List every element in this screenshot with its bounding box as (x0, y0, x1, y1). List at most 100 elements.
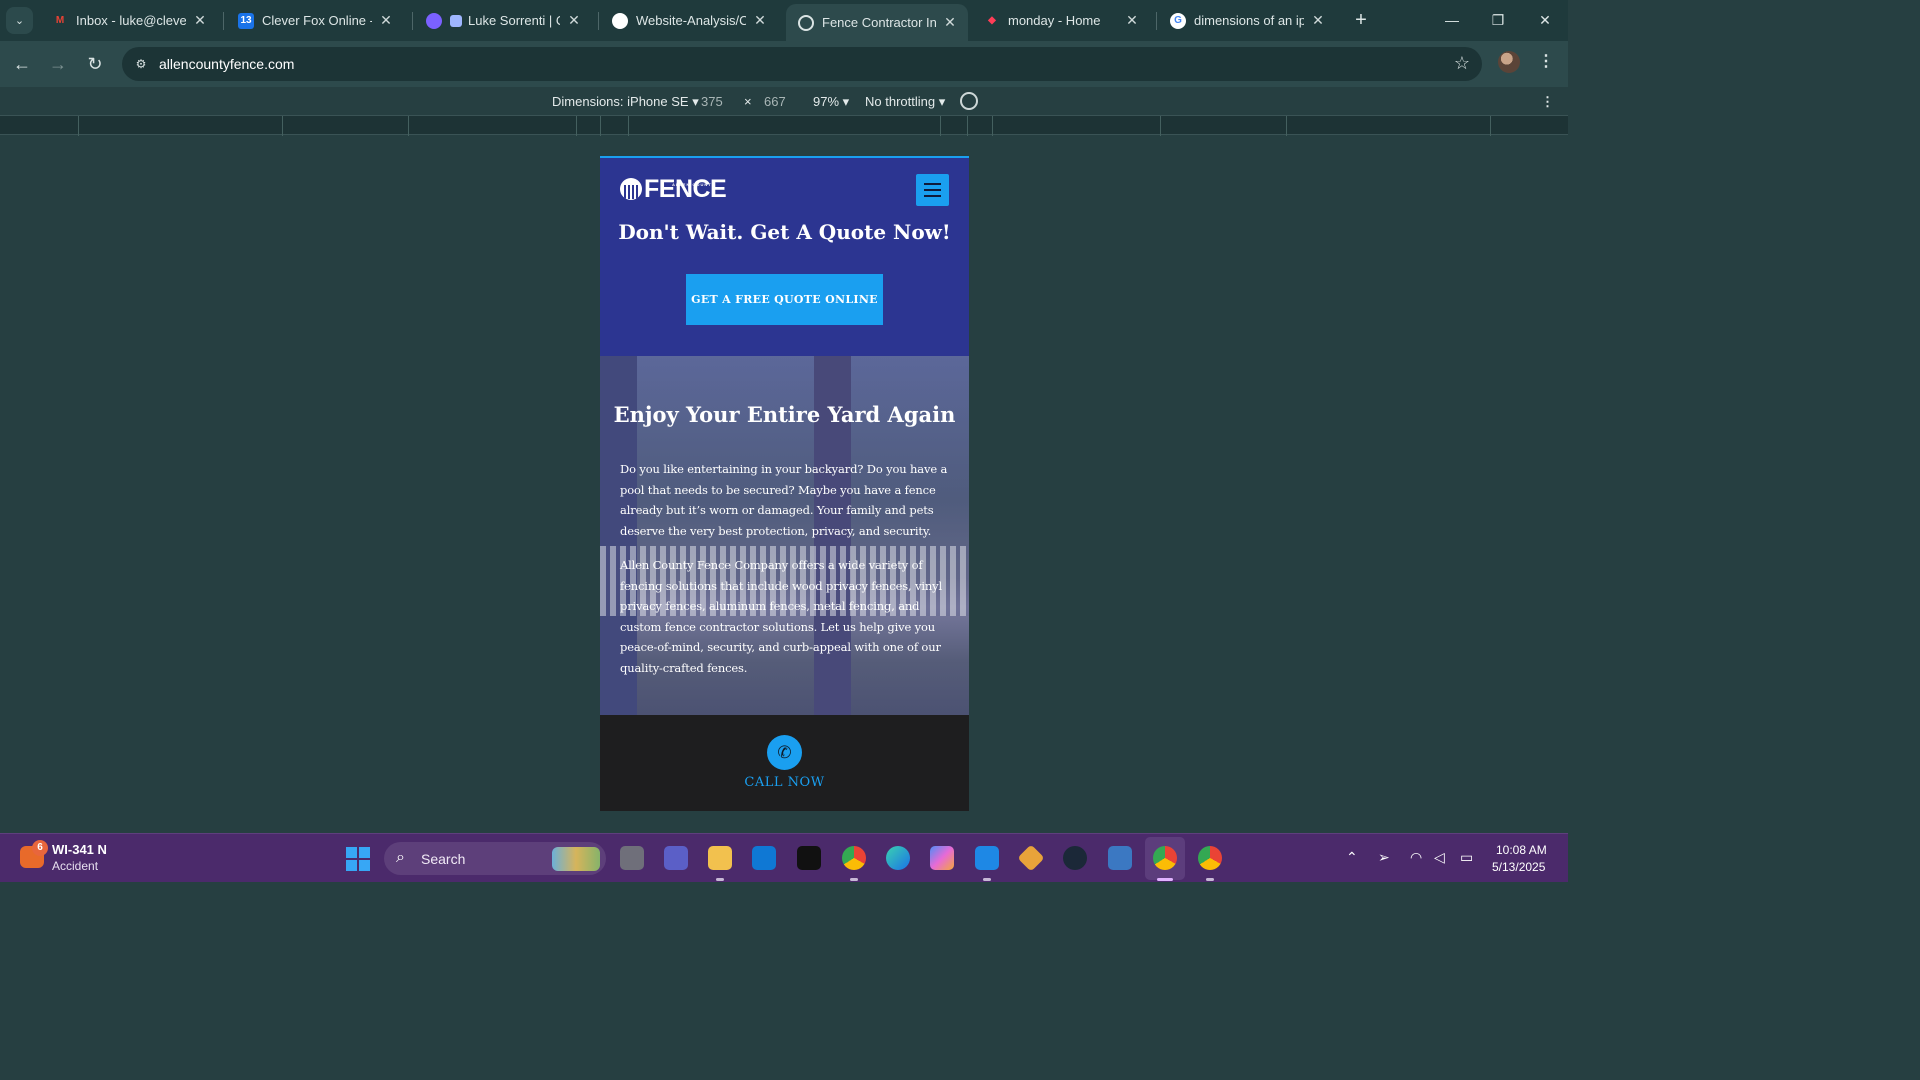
file-explorer-icon[interactable] (708, 846, 732, 870)
windows-start-icon[interactable] (346, 847, 370, 871)
search-icon: ⌕ (396, 849, 405, 866)
tab-search-button[interactable]: ⌄ (6, 7, 33, 34)
profile-icon (426, 12, 442, 29)
throttling-select[interactable]: No throttling ▾ (865, 94, 945, 110)
url-text[interactable]: allencountyfence.com (159, 56, 294, 72)
tab-calendar[interactable]: 13 Clever Fox Online - C ✕ (226, 4, 404, 37)
back-button[interactable]: ← (9, 51, 35, 77)
wifi-icon[interactable]: ◠ (1410, 849, 1422, 866)
clock-date[interactable]: 5/13/2025 (1492, 860, 1545, 874)
chrome-icon[interactable] (842, 846, 866, 870)
tab-google[interactable]: G dimensions of an iph ✕ (1158, 4, 1336, 37)
throttling-value: No throttling (865, 94, 936, 109)
bookmark-star-icon[interactable]: ☆ (1454, 53, 1470, 74)
tab-gmail[interactable]: M Inbox - luke@cleverfo ✕ (40, 4, 218, 37)
volume-icon[interactable]: ◁ (1434, 849, 1445, 866)
globe-icon (798, 14, 814, 31)
tab-title: monday - Home (1008, 13, 1101, 28)
intro-paragraph: Do you like entertaining in your backyar… (620, 462, 948, 538)
monday-icon: ◆ (988, 15, 996, 26)
copilot-icon[interactable] (930, 846, 954, 870)
site-settings-icon[interactable]: ⚙ (132, 55, 150, 73)
browser-menu-icon[interactable]: ⋮ (1538, 53, 1554, 71)
git-app-icon[interactable] (1017, 844, 1045, 872)
restore-button[interactable]: ❐ (1483, 8, 1513, 32)
chrome-profile-icon[interactable] (1153, 846, 1177, 870)
device-height-input[interactable]: 667 (764, 94, 786, 109)
close-icon[interactable]: ✕ (942, 14, 958, 31)
search-highlight-image (552, 847, 600, 871)
game-app-icon[interactable] (797, 846, 821, 870)
google-icon: G (1170, 12, 1186, 29)
image-icon (450, 14, 462, 27)
taskbar-search[interactable]: ⌕ Search (384, 842, 606, 875)
device-viewport: ALLEN COUNTY FENCE Don't Wait. Get A Quo… (600, 156, 969, 811)
tab-fence-contractor[interactable]: Fence Contractor In F ✕ (786, 4, 968, 41)
close-icon[interactable]: ✕ (192, 12, 208, 29)
powershell-icon[interactable] (1108, 846, 1132, 870)
free-quote-button[interactable]: GET A FREE QUOTE ONLINE (686, 274, 883, 325)
github-icon (612, 12, 628, 29)
tab-title: dimensions of an iph (1194, 13, 1304, 28)
device-toolbar-more-icon[interactable]: ⋮ (1541, 94, 1554, 110)
tab-profile[interactable]: Luke Sorrenti | O ✕ (414, 4, 592, 37)
tab-strip: ⌄ M Inbox - luke@cleverfo ✕ 13 Clever Fo… (0, 0, 1568, 41)
services-paragraph: Allen County Fence Company offers a wide… (620, 558, 943, 675)
reload-button[interactable]: ↻ (82, 51, 108, 77)
forward-button[interactable]: → (45, 51, 71, 77)
phone-icon[interactable]: ✆ (767, 735, 802, 770)
notification-badge: 6 (32, 840, 48, 856)
outlook-icon[interactable] (752, 846, 776, 870)
battery-icon[interactable]: ▭ (1460, 849, 1473, 866)
section-title: Enjoy Your Entire Yard Again (613, 402, 956, 427)
tab-github[interactable]: Website-Analysis/Co ✕ (600, 4, 778, 37)
teams-icon[interactable] (664, 846, 688, 870)
device-dimensions-select[interactable]: Dimensions: iPhone SE ▾ (552, 94, 699, 110)
hero-title: Don't Wait. Get A Quote Now! (618, 220, 951, 244)
windows-taskbar: 6 WI-341 N Accident ⌕ Search ⌃ ➢ ◠ ◁ ▭ 1… (0, 833, 1568, 882)
steam-icon[interactable] (1063, 846, 1087, 870)
dimension-separator: × (744, 94, 752, 109)
address-bar[interactable]: ⚙ allencountyfence.com ☆ (122, 47, 1482, 81)
profile-avatar[interactable] (1498, 51, 1520, 73)
close-icon[interactable]: ✕ (752, 12, 768, 29)
call-now-bar[interactable]: ✆ CALL NOW (600, 715, 969, 811)
logo-subtitle: ALLEN COUNTY (672, 182, 716, 187)
tab-title: Fence Contractor In F (822, 15, 936, 30)
clock-time[interactable]: 10:08 AM (1496, 843, 1547, 857)
call-now-label[interactable]: CALL NOW (600, 775, 969, 790)
close-icon[interactable]: ✕ (566, 12, 582, 29)
edge-icon[interactable] (886, 846, 910, 870)
calendar-icon: 13 (238, 12, 254, 29)
minimize-button[interactable]: — (1437, 8, 1467, 32)
search-label: Search (421, 851, 466, 867)
tab-monday[interactable]: ◆ monday - Home ✕ (972, 4, 1150, 37)
site-logo[interactable]: ALLEN COUNTY FENCE (620, 177, 727, 202)
close-icon[interactable]: ✕ (1310, 12, 1326, 29)
device-toolbar: Dimensions: iPhone SE ▾ 375 × 667 97% ▾ … (0, 87, 1568, 115)
chrome-profile-2-icon[interactable] (1198, 846, 1222, 870)
window-close-button[interactable]: ✕ (1530, 8, 1560, 32)
device-width-input[interactable]: 375 (701, 94, 723, 109)
widget-title[interactable]: WI-341 N (52, 842, 107, 857)
tab-title: Website-Analysis/Co (636, 13, 746, 28)
location-icon[interactable]: ➢ (1378, 849, 1390, 866)
gmail-icon: M (55, 15, 65, 26)
hamburger-menu-icon[interactable] (916, 174, 949, 206)
tab-title: Luke Sorrenti | O (468, 13, 560, 28)
close-icon[interactable]: ✕ (378, 12, 394, 29)
zoom-select[interactable]: 97% ▾ (813, 94, 849, 110)
close-icon[interactable]: ✕ (1124, 12, 1140, 29)
tray-overflow-icon[interactable]: ⌃ (1346, 849, 1358, 866)
task-view-icon[interactable] (620, 846, 644, 870)
tab-title: Inbox - luke@cleverfo (76, 13, 186, 28)
browser-toolbar: ← → ↻ ⚙ allencountyfence.com ☆ (0, 41, 1568, 87)
rotate-icon[interactable] (960, 92, 978, 110)
tab-title: Clever Fox Online - C (262, 13, 372, 28)
vscode-icon[interactable] (975, 846, 999, 870)
media-query-ruler[interactable] (0, 115, 1568, 136)
yard-section: Enjoy Your Entire Yard Again Do you like… (600, 356, 969, 715)
new-tab-button[interactable]: + (1350, 9, 1372, 31)
fence-logo-icon (620, 178, 642, 200)
widget-subtitle[interactable]: Accident (52, 859, 98, 873)
